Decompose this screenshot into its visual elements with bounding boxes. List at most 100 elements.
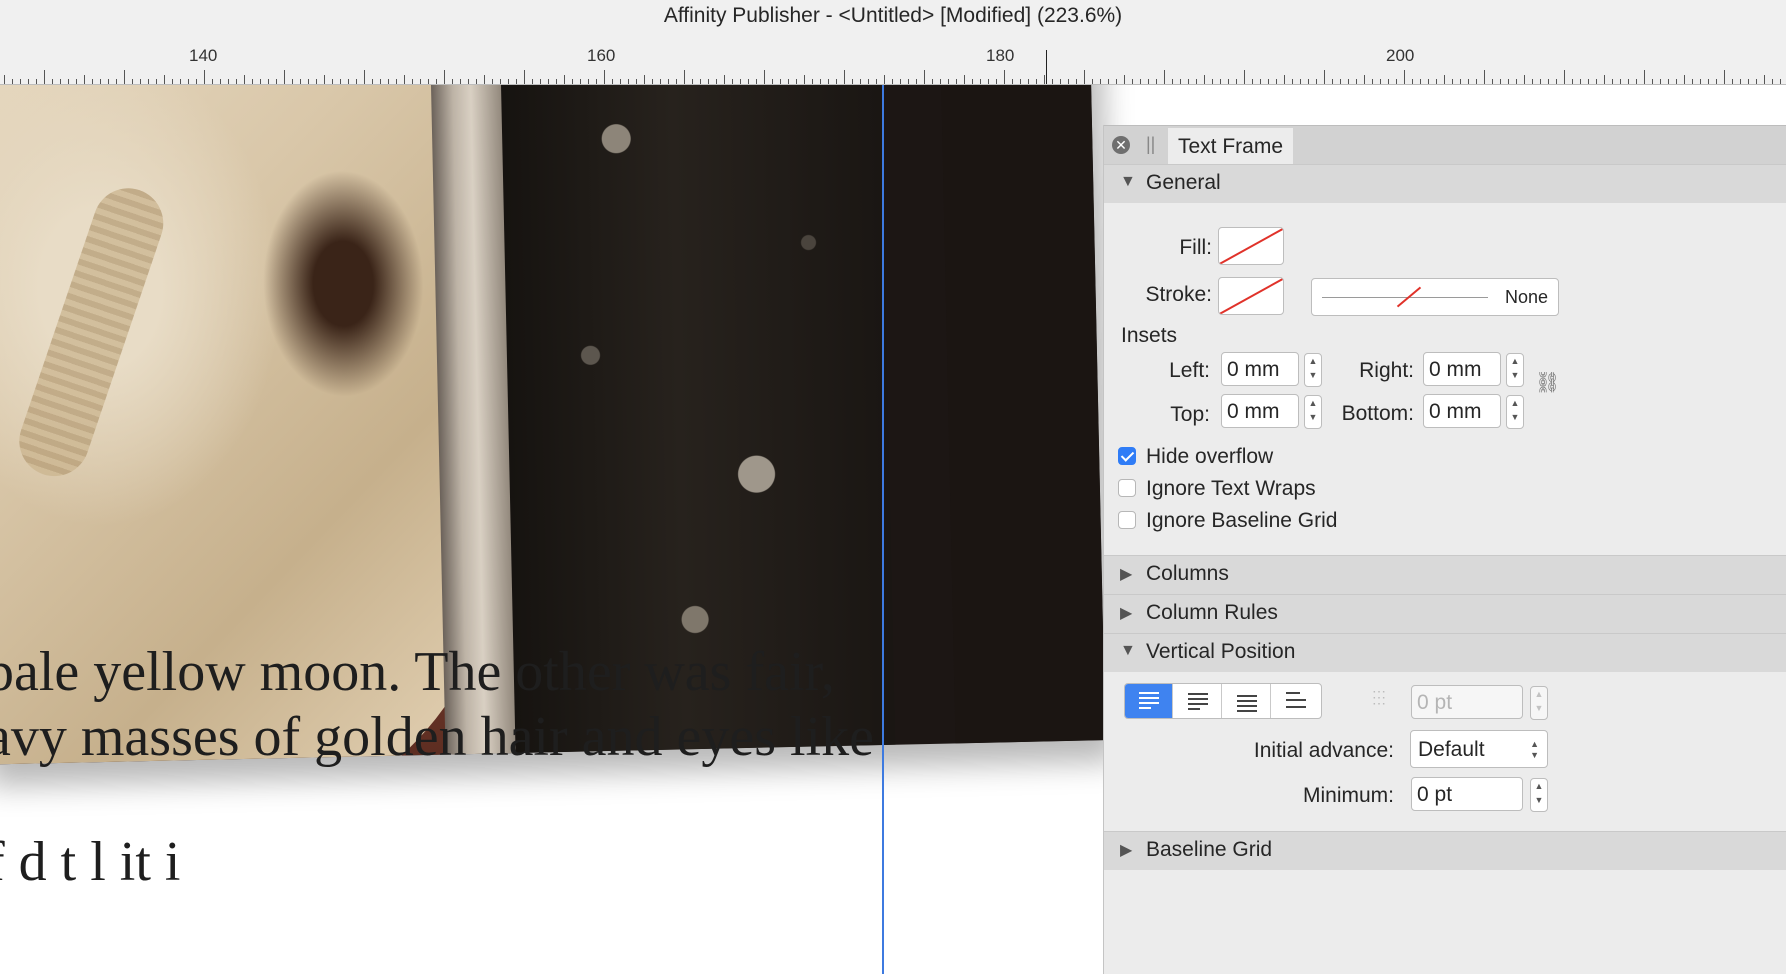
- minimum-field[interactable]: 0 pt: [1411, 777, 1523, 811]
- ruler-tick: [1468, 79, 1469, 84]
- body-text-line[interactable]: pale yellow moon. The other was fair,: [0, 640, 835, 704]
- ruler-tick: [1660, 79, 1661, 84]
- ruler-tick: [580, 79, 581, 84]
- ruler-tick: [188, 79, 189, 84]
- ruler-tick: [84, 75, 85, 84]
- ruler-tick: [1004, 70, 1005, 84]
- ruler-tick: [1548, 79, 1549, 84]
- body-text-line[interactable]: f d t l it i: [0, 830, 180, 894]
- ruler-tick: [524, 70, 525, 84]
- ignore-baseline-grid-checkbox[interactable]: [1118, 511, 1136, 529]
- section-vertical-position[interactable]: ▼ Vertical Position: [1104, 633, 1786, 672]
- ruler-tick: [4, 75, 5, 84]
- ruler-tick: [1692, 79, 1693, 84]
- inset-top-stepper[interactable]: ▲ ▼: [1304, 395, 1322, 429]
- section-columns-label: Columns: [1146, 562, 1229, 585]
- ruler-tick: [1708, 79, 1709, 84]
- inset-bottom-field[interactable]: 0 mm: [1423, 394, 1501, 428]
- close-icon[interactable]: ✕: [1112, 136, 1130, 154]
- initial-advance-dropdown[interactable]: Default ▲ ▼: [1410, 730, 1548, 768]
- align-bottom-button[interactable]: [1223, 684, 1271, 718]
- inset-bottom-stepper[interactable]: ▲ ▼: [1506, 395, 1524, 429]
- ruler-tick: [660, 79, 661, 84]
- ruler-tick: [1364, 75, 1365, 84]
- ruler-tick: [748, 79, 749, 84]
- ruler-tick: [1356, 79, 1357, 84]
- inset-right-field[interactable]: 0 mm: [1423, 352, 1501, 386]
- drag-grip-icon[interactable]: ||: [1146, 134, 1155, 155]
- inset-top-field[interactable]: 0 mm: [1221, 394, 1299, 428]
- paragraph-spacing-field[interactable]: 0 pt: [1411, 685, 1523, 719]
- ruler-tick: [1580, 79, 1581, 84]
- inset-right-stepper[interactable]: ▲ ▼: [1506, 353, 1524, 387]
- inset-left-stepper[interactable]: ▲ ▼: [1304, 353, 1322, 387]
- ruler-tick: [484, 75, 485, 84]
- ruler-tick: [1100, 79, 1101, 84]
- section-general[interactable]: ▼ General: [1104, 164, 1786, 203]
- paragraph-spacing-stepper[interactable]: ▲ ▼: [1530, 686, 1548, 720]
- ruler-tick: [308, 79, 309, 84]
- ruler-tick: [676, 79, 677, 84]
- body-text-line[interactable]: avy masses of golden hair and eyes like: [0, 705, 874, 769]
- ruler-tick: [1420, 79, 1421, 84]
- ruler-tick: [1428, 79, 1429, 84]
- stroke-style-selector[interactable]: None: [1311, 278, 1559, 316]
- ruler-tick: [828, 79, 829, 84]
- ruler-tick: [1140, 79, 1141, 84]
- ignore-text-wraps-label: Ignore Text Wraps: [1146, 477, 1316, 500]
- horizontal-ruler[interactable]: 140 160 180 200: [0, 34, 1786, 85]
- ignore-text-wraps-checkbox[interactable]: [1118, 479, 1136, 497]
- ruler-tick: [708, 79, 709, 84]
- section-vertical-position-label: Vertical Position: [1146, 640, 1296, 663]
- fill-swatch[interactable]: [1218, 227, 1284, 265]
- ruler-tick: [1228, 79, 1229, 84]
- ruler-tick: [1396, 79, 1397, 84]
- ruler-tick: [156, 79, 157, 84]
- ruler-tick: [76, 79, 77, 84]
- ruler-tick: [900, 79, 901, 84]
- ruler-tick: [972, 79, 973, 84]
- minimum-stepper[interactable]: ▲ ▼: [1530, 778, 1548, 812]
- tab-text-frame[interactable]: Text Frame: [1168, 128, 1294, 164]
- ruler-tick: [340, 79, 341, 84]
- ruler-tick: [772, 79, 773, 84]
- align-top-button[interactable]: [1125, 684, 1173, 718]
- stroke-swatch[interactable]: [1218, 277, 1284, 315]
- ruler-tick: [1604, 75, 1605, 84]
- ruler-tick: [1340, 79, 1341, 84]
- hide-overflow-checkbox[interactable]: [1118, 447, 1136, 465]
- window-title: Affinity Publisher - <Untitled> [Modifie…: [0, 0, 1786, 34]
- ruler-tick: [60, 79, 61, 84]
- ruler-tick: [548, 79, 549, 84]
- fill-label: Fill:: [1179, 236, 1212, 259]
- align-justify-button[interactable]: [1272, 684, 1320, 718]
- ruler-tick: [724, 75, 725, 84]
- section-columns[interactable]: ▶ Columns: [1104, 555, 1786, 594]
- paragraph-spacing-icon: ⋯ ⋯ ⋯: [1372, 683, 1386, 711]
- ruler-tick: [1180, 79, 1181, 84]
- ruler-tick: [788, 79, 789, 84]
- ruler-tick: [532, 79, 533, 84]
- ruler-tick: [796, 79, 797, 84]
- ruler-tick: [260, 79, 261, 84]
- column-guide-line[interactable]: [882, 85, 884, 974]
- inset-left-field[interactable]: 0 mm: [1221, 352, 1299, 386]
- ruler-tick: [836, 79, 837, 84]
- ruler-tick: [572, 79, 573, 84]
- ruler-tick: [300, 79, 301, 84]
- vertical-alignment-group: [1124, 683, 1322, 719]
- ruler-tick: [956, 79, 957, 84]
- section-baseline-grid[interactable]: ▶ Baseline Grid: [1104, 831, 1786, 870]
- ruler-tick: [612, 79, 613, 84]
- ruler-tick: [316, 79, 317, 84]
- ruler-tick: [756, 79, 757, 84]
- section-column-rules[interactable]: ▶ Column Rules: [1104, 594, 1786, 633]
- ruler-tick: [1044, 75, 1045, 84]
- ruler-tick: [36, 79, 37, 84]
- ruler-tick: [1516, 79, 1517, 84]
- ruler-label: 180: [986, 46, 1015, 65]
- align-center-button[interactable]: [1174, 684, 1222, 718]
- link-insets-chain-icon[interactable]: ⛓: [1535, 370, 1560, 395]
- ruler-tick: [268, 79, 269, 84]
- ruler-tick: [1188, 79, 1189, 84]
